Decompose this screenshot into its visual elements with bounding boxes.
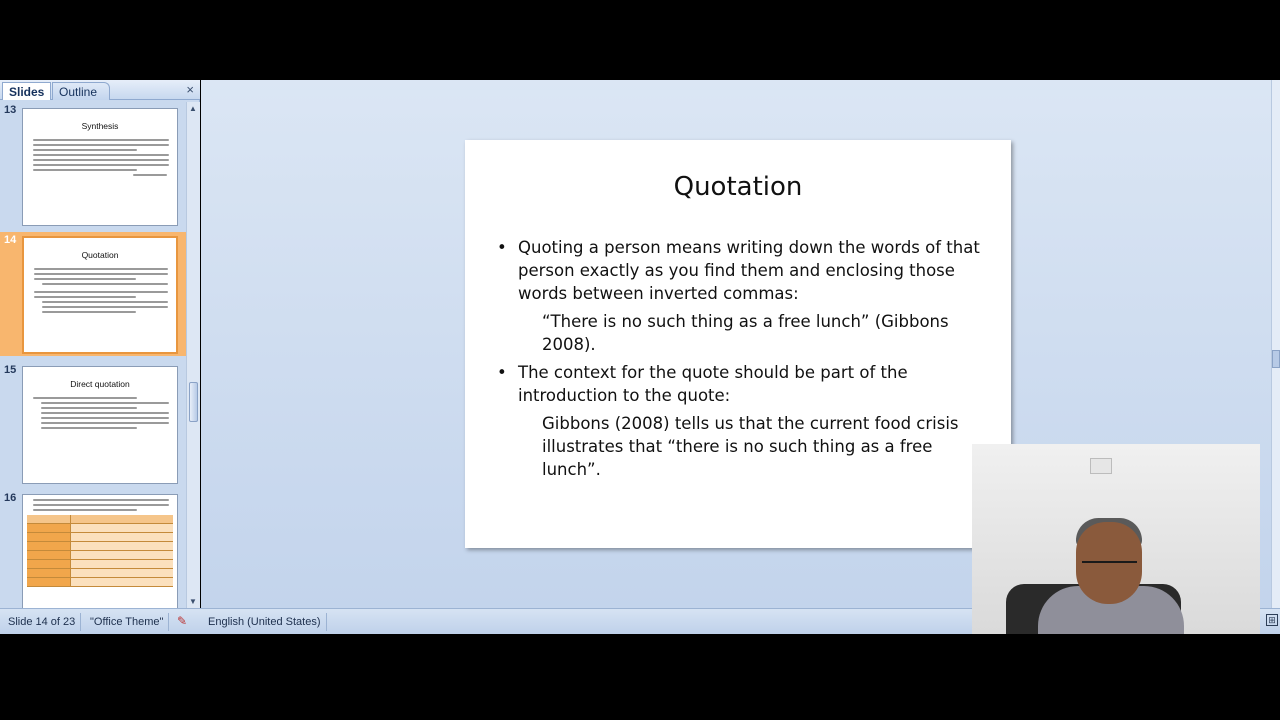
thumbnail-text-line (41, 407, 137, 409)
scroll-up-icon[interactable]: ▲ (189, 104, 197, 113)
thumbnail-text-line (41, 417, 169, 419)
thumbnail-title: Synthesis (81, 121, 119, 131)
wall-sign (1090, 458, 1112, 474)
slide-number: 15 (4, 364, 17, 376)
thumbnail-text-line (33, 144, 169, 146)
slide-thumbnail[interactable]: Synthesis (22, 108, 178, 226)
thumbnail-text-line (41, 427, 137, 429)
thumbnail-text-line (41, 412, 169, 414)
thumbnail-text-line (33, 149, 137, 151)
slide-number: 16 (4, 492, 17, 504)
bullet-item: Quoting a person means writing down the … (497, 236, 987, 305)
theme-name: "Office Theme" (90, 616, 164, 628)
bullet-subtext: “There is no such thing as a free lunch”… (542, 312, 949, 354)
slide-indicator: Slide 14 of 23 (8, 616, 76, 628)
thumbnail-row-16[interactable]: 16 (0, 490, 186, 608)
thumbnail-text-line (42, 283, 168, 285)
slides-panel: Slides Outline × 13 Synthesis 14 Quotati… (0, 80, 200, 608)
webcam-overlay (972, 444, 1260, 642)
thumbnail-row-15[interactable]: 15 Direct quotation (0, 362, 186, 486)
thumbnail-text-line (42, 306, 168, 308)
thumbnail-text-line (33, 154, 169, 156)
slide-title[interactable]: Quotation (465, 172, 1011, 202)
thumbnail-title: Direct quotation (70, 379, 130, 389)
thumbnail-text-line (34, 296, 136, 298)
slide-thumbnail-selected[interactable]: Quotation (22, 236, 178, 354)
current-slide[interactable]: Quotation Quoting a person means writing… (465, 140, 1011, 548)
powerpoint-window: Slides Outline × 13 Synthesis 14 Quotati… (0, 0, 1280, 720)
thumbnail-text-line (33, 169, 137, 171)
thumbnail-text-line (41, 422, 169, 424)
divider (80, 613, 81, 631)
bullet-subtext: Gibbons (2008) tells us that the current… (542, 414, 959, 479)
scrollbar-thumb[interactable] (189, 382, 198, 422)
close-icon[interactable]: × (186, 82, 194, 98)
thumbnail-row-13[interactable]: 13 Synthesis (0, 102, 186, 226)
thumbnail-title: Quotation (81, 250, 119, 260)
scroll-down-icon[interactable]: ▼ (189, 597, 197, 606)
thumbnail-row-14[interactable]: 14 Quotation (0, 232, 186, 356)
tab-outline[interactable]: Outline (52, 82, 111, 100)
presenter-glasses (1082, 561, 1137, 571)
language-indicator[interactable]: English (United States) (208, 616, 321, 628)
thumbnail-text-line (34, 268, 168, 270)
slide-body[interactable]: Quoting a person means writing down the … (497, 236, 987, 486)
slide-thumbnail[interactable] (22, 494, 178, 608)
thumbnail-text-line (33, 159, 169, 161)
taskbar-area (0, 634, 1280, 720)
slide-thumbnails: 13 Synthesis 14 Quotation 15 Direct quot… (0, 102, 186, 608)
thumbnail-text-line (33, 139, 169, 141)
thumbnail-text-line (33, 164, 169, 166)
thumbnail-scrollbar[interactable]: ▲ ▼ (186, 102, 200, 608)
thumbnail-text-line (33, 397, 137, 399)
slide-thumbnail[interactable]: Direct quotation (22, 366, 178, 484)
editor-scrollbar[interactable] (1271, 80, 1280, 608)
thumbnail-text-line (34, 291, 168, 293)
fit-slide-icon[interactable]: ⊞ (1266, 614, 1278, 626)
thumbnail-text-line (34, 278, 136, 280)
thumbnail-text-line (133, 174, 167, 176)
slide-number: 14 (4, 234, 17, 246)
slide-number: 13 (4, 104, 17, 116)
thumbnail-text-line (42, 301, 168, 303)
thumbnail-text-line (41, 402, 169, 404)
bullet-item: The context for the quote should be part… (497, 361, 987, 407)
divider (326, 613, 327, 631)
thumbnail-text-line (42, 311, 136, 313)
editor-scrollbar-thumb[interactable] (1272, 350, 1280, 368)
divider (168, 613, 169, 631)
thumbnail-text-line (33, 499, 169, 501)
panel-tabs: Slides Outline × (0, 80, 200, 100)
thumbnail-text-line (33, 504, 169, 506)
thumbnail-text-line (33, 509, 137, 511)
thumbnail-text-line (34, 273, 168, 275)
spellcheck-icon[interactable]: ✎ (177, 614, 187, 628)
thumbnail-table (27, 515, 173, 587)
tab-slides[interactable]: Slides (2, 82, 52, 100)
